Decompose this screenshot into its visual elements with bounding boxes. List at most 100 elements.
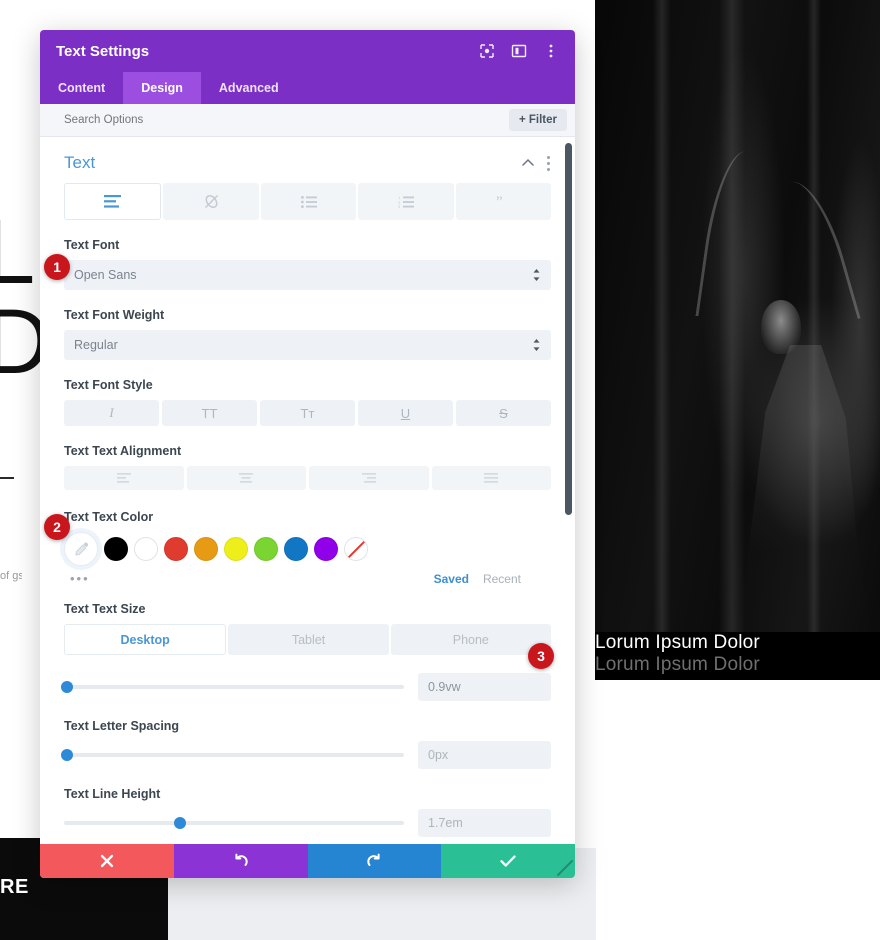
letter-spacing-slider-track[interactable]	[61, 749, 404, 761]
undo-icon	[235, 853, 248, 866]
align-left-icon	[116, 473, 131, 483]
align-right-icon	[361, 473, 376, 483]
swatch-yellow[interactable]	[224, 537, 248, 561]
font-weight-select[interactable]: Regular	[64, 330, 551, 360]
text-size-slider-knob[interactable]	[61, 681, 74, 693]
swatch-red[interactable]	[164, 537, 188, 561]
settings-scrollbar[interactable]	[565, 137, 572, 844]
modal-titlebar: Text Settings	[40, 30, 575, 72]
alignment-buttons	[64, 466, 551, 490]
line-height-slider-knob[interactable]	[173, 817, 186, 829]
style-italic-button[interactable]: I	[64, 400, 159, 426]
antler-left-shape	[695, 147, 765, 323]
text-size-value[interactable]: 0.9vw	[418, 673, 551, 701]
background-paragraph-fragment: of gs n	[0, 570, 22, 582]
redo-icon	[367, 853, 380, 866]
ordered-list-icon: 1 2 3	[398, 196, 414, 208]
align-center-icon	[239, 473, 254, 483]
swatch-green[interactable]	[254, 537, 278, 561]
resize-handle-icon[interactable]	[553, 856, 575, 878]
swatch-blue[interactable]	[284, 537, 308, 561]
line-height-value[interactable]: 1.7em	[418, 809, 551, 837]
figure-shape	[734, 345, 880, 680]
eyedropper-icon	[74, 542, 88, 556]
letter-spacing-slider-knob[interactable]	[61, 749, 74, 761]
hero-background-photo	[595, 0, 880, 680]
color-meta-row: ••• Saved Recent	[64, 571, 551, 586]
device-tabs: Desktop Tablet Phone	[64, 624, 551, 655]
text-size-slider-track[interactable]	[61, 681, 404, 693]
font-value: Open Sans	[74, 268, 137, 282]
annotation-marker-1: 1	[44, 254, 70, 280]
scrollbar-thumb[interactable]	[565, 143, 572, 515]
device-tab-phone[interactable]: Phone	[390, 624, 551, 655]
line-height-slider-track[interactable]	[64, 817, 404, 829]
kebab-menu-icon[interactable]	[543, 43, 559, 59]
panel-layout-icon[interactable]	[511, 43, 527, 59]
letter-spacing-value[interactable]: 0px	[418, 741, 551, 769]
blockquote-icon: ”	[496, 195, 503, 209]
tab-design[interactable]: Design	[123, 72, 201, 104]
style-underline-button[interactable]: U	[358, 400, 453, 426]
saved-colors-tab[interactable]: Saved	[434, 572, 469, 586]
svg-text:3: 3	[398, 204, 401, 208]
swatch-black[interactable]	[104, 537, 128, 561]
swatch-orange[interactable]	[194, 537, 218, 561]
font-weight-label: Text Font Weight	[64, 308, 165, 322]
section-kebab-icon[interactable]	[547, 155, 551, 171]
modal-header-actions	[479, 43, 559, 59]
style-strikethrough-button[interactable]: S	[456, 400, 551, 426]
chevron-updown-icon	[533, 339, 540, 351]
close-icon	[100, 854, 114, 868]
tab-content[interactable]: Content	[40, 72, 123, 104]
section-title: Text	[64, 153, 96, 172]
tab-paragraph[interactable]	[64, 183, 162, 220]
screen: Lorum Ipsum Dolor Lorum Ipsum Dolor LU D…	[0, 0, 880, 940]
letter-spacing-label: Text Letter Spacing	[64, 719, 180, 733]
undo-button[interactable]	[173, 844, 308, 878]
device-tab-tablet[interactable]: Tablet	[228, 624, 389, 655]
alignment-label: Text Text Alignment	[64, 444, 182, 458]
tab-advanced[interactable]: Advanced	[201, 72, 297, 104]
font-select[interactable]: Open Sans	[64, 260, 551, 290]
modal-action-bar	[40, 844, 575, 878]
hero-caption-secondary: Lorum Ipsum Dolor	[595, 654, 760, 675]
background-corner-text: RE	[0, 876, 29, 898]
align-right-button[interactable]	[309, 466, 429, 490]
more-colors-button[interactable]: •••	[64, 571, 104, 586]
recent-colors-tab[interactable]: Recent	[483, 572, 521, 586]
text-section-header: Text	[64, 137, 551, 183]
search-input[interactable]	[64, 114, 509, 126]
tab-ordered-list[interactable]: 1 2 3	[358, 183, 454, 220]
line-height-label: Text Line Height	[64, 787, 161, 801]
tab-blockquote[interactable]: ”	[455, 183, 552, 220]
align-left-button[interactable]	[64, 466, 184, 490]
color-label: Text Text Color	[64, 510, 154, 524]
search-bar: + Filter	[40, 104, 575, 137]
style-uppercase-button[interactable]: TT	[162, 400, 257, 426]
style-smallcaps-button[interactable]: Tᴛ	[260, 400, 355, 426]
link-off-icon	[204, 194, 218, 209]
filter-button[interactable]: + Filter	[508, 109, 567, 131]
tab-unordered-list[interactable]	[260, 183, 357, 220]
align-justify-button[interactable]	[431, 466, 551, 490]
device-tab-desktop[interactable]: Desktop	[64, 624, 227, 655]
align-center-button[interactable]	[186, 466, 306, 490]
color-picker-button[interactable]	[64, 532, 98, 566]
font-style-label: Text Font Style	[64, 378, 153, 392]
font-weight-value: Regular	[74, 338, 118, 352]
target-icon[interactable]	[479, 43, 495, 59]
swatch-white[interactable]	[134, 537, 158, 561]
annotation-marker-2: 2	[44, 514, 70, 540]
redo-button[interactable]	[307, 844, 442, 878]
swatch-none[interactable]	[344, 537, 368, 561]
swatch-purple[interactable]	[314, 537, 338, 561]
font-label: Text Font	[64, 238, 120, 252]
cancel-button[interactable]	[40, 844, 174, 878]
svg-text:”: ”	[496, 195, 503, 209]
letter-spacing-slider-row: 0px	[61, 741, 551, 769]
hero-caption-band: Lorum Ipsum Dolor Lorum Ipsum Dolor	[595, 632, 880, 680]
chevron-up-icon[interactable]	[521, 156, 535, 170]
tab-link[interactable]	[163, 183, 259, 220]
paragraph-icon	[104, 195, 122, 208]
